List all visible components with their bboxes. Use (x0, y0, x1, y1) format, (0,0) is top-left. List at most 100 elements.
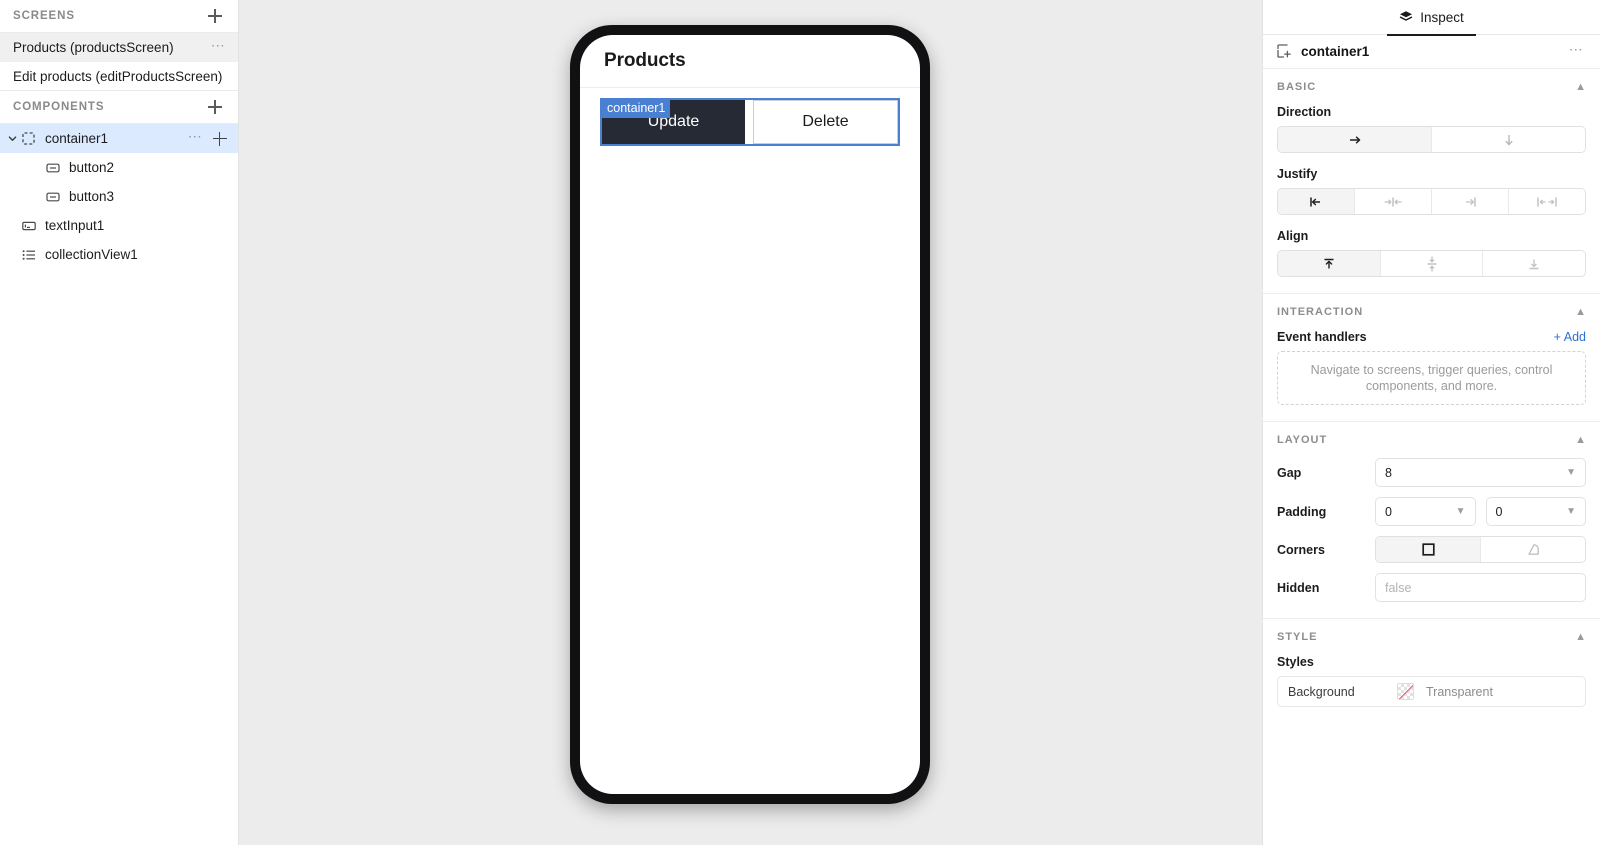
tree-item-label: collectionView1 (45, 247, 138, 262)
corners-square-option[interactable] (1376, 537, 1481, 562)
align-bottom-option[interactable] (1483, 251, 1585, 276)
hidden-row: Hidden false (1263, 573, 1600, 602)
add-screen-button[interactable] (206, 7, 224, 25)
padding-vertical-select[interactable]: 0 ▼ (1485, 497, 1586, 526)
tree-item-button3[interactable]: button3 (0, 182, 238, 211)
justify-label: Justify (1277, 167, 1318, 181)
inspector-panel: Inspect container1 ⋯ BASIC ▲ Direction J… (1262, 0, 1600, 845)
phone-body: container1 Update Delete (580, 88, 920, 146)
section-style-header[interactable]: STYLE ▲ (1263, 619, 1600, 655)
corners-label: Corners (1277, 542, 1325, 557)
padding-row: Padding 0 ▼ 0 ▼ (1263, 497, 1600, 526)
screen-item-label: Products (productsScreen) (13, 40, 174, 55)
design-canvas[interactable]: Products container1 Update Delete (239, 0, 1262, 845)
tree-item-label: button2 (69, 160, 115, 175)
section-basic-header[interactable]: BASIC ▲ (1263, 69, 1600, 105)
event-handlers-empty-state[interactable]: Navigate to screens, trigger queries, co… (1277, 351, 1586, 405)
hidden-placeholder: false (1385, 580, 1412, 595)
justify-segmented-control[interactable] (1277, 188, 1586, 215)
transparent-swatch-icon[interactable] (1390, 683, 1420, 700)
direction-segmented-control[interactable] (1277, 126, 1586, 153)
direction-vertical-option[interactable] (1432, 127, 1585, 152)
page-title: Products (604, 50, 686, 71)
screen-item-products[interactable]: Products (productsScreen) ⋯ (0, 33, 238, 62)
tree-item-menu-icon[interactable]: ⋯ (188, 129, 203, 146)
background-value: Transparent (1426, 684, 1493, 699)
gap-select[interactable]: 8 ▼ (1375, 458, 1586, 487)
direction-label: Direction (1277, 105, 1332, 119)
align-middle-option[interactable] (1380, 251, 1484, 276)
hidden-input[interactable]: false (1375, 573, 1586, 602)
selected-container[interactable]: container1 Update Delete (600, 98, 900, 146)
background-style-row[interactable]: Background Transparent (1277, 676, 1586, 707)
add-event-handler-button[interactable]: + Add (1554, 330, 1586, 344)
section-style: STYLE ▲ Styles Background Transparent (1263, 619, 1600, 723)
justify-end-option[interactable] (1432, 189, 1509, 214)
section-basic: BASIC ▲ Direction Justify Align (1263, 69, 1600, 294)
add-component-button[interactable] (206, 98, 224, 116)
inspector-header: container1 ⋯ (1263, 35, 1600, 69)
selection-badge: container1 (602, 100, 671, 118)
section-layout-header[interactable]: LAYOUT ▲ (1263, 422, 1600, 458)
section-layout-title: LAYOUT (1277, 434, 1328, 446)
padding-horizontal-select[interactable]: 0 ▼ (1375, 497, 1476, 526)
chevron-down-icon: ▼ (1455, 506, 1466, 517)
chevron-up-icon[interactable]: ▲ (1575, 434, 1586, 446)
gap-value: 8 (1385, 465, 1392, 480)
align-segmented-control[interactable] (1277, 250, 1586, 277)
dashed-square-icon (20, 130, 37, 147)
chevron-down-icon: ▼ (1566, 467, 1576, 478)
section-layout: LAYOUT ▲ Gap 8 ▼ Padding 0 ▼ 0 ▼ Corners… (1263, 422, 1600, 619)
tab-inspect-label: Inspect (1420, 9, 1464, 25)
screens-section-title: SCREENS (13, 10, 75, 22)
tree-item-textinput1[interactable]: textInput1 (0, 211, 238, 240)
screen-item-label: Edit products (editProductsScreen) (13, 68, 223, 84)
chevron-up-icon[interactable]: ▲ (1575, 306, 1586, 318)
direction-horizontal-option[interactable] (1278, 127, 1432, 152)
tree-item-container1[interactable]: container1 ⋯ (0, 124, 238, 153)
gap-label: Gap (1277, 465, 1302, 480)
corners-rounded-option[interactable] (1481, 537, 1585, 562)
screen-item-edit-products[interactable]: Edit products (editProductsScreen) (0, 62, 238, 91)
inspector-menu-icon[interactable]: ⋯ (1569, 42, 1584, 59)
chevron-down-icon[interactable] (4, 133, 20, 144)
add-container-icon (1277, 44, 1292, 59)
tab-inspect[interactable]: Inspect (1387, 0, 1476, 36)
padding-vertical-value: 0 (1495, 504, 1503, 519)
button-icon (44, 159, 61, 176)
padding-horizontal-value: 0 (1385, 504, 1392, 519)
tree-item-add-icon[interactable] (211, 130, 228, 147)
screens-section-header: SCREENS (0, 0, 238, 33)
hidden-label: Hidden (1277, 580, 1320, 595)
styles-label: Styles (1277, 655, 1314, 669)
tree-item-label: container1 (45, 131, 109, 146)
tree-item-label: button3 (69, 189, 115, 204)
event-handlers-label: Event handlers (1277, 330, 1367, 344)
delete-button[interactable]: Delete (753, 100, 898, 144)
section-interaction: INTERACTION ▲ Event handlers + Add Navig… (1263, 294, 1600, 422)
inspector-component-name: container1 (1301, 44, 1370, 59)
corners-segmented-control[interactable] (1375, 536, 1586, 563)
screen-item-menu-icon[interactable]: ⋯ (211, 38, 226, 55)
app-root: SCREENS Products (productsScreen) ⋯ Edit… (0, 0, 1600, 845)
components-section-title: COMPONENTS (13, 101, 105, 113)
justify-space-between-option[interactable] (1509, 189, 1585, 214)
justify-start-option[interactable] (1278, 189, 1355, 214)
tree-item-collectionview1[interactable]: collectionView1 (0, 240, 238, 269)
left-sidebar: SCREENS Products (productsScreen) ⋯ Edit… (0, 0, 239, 845)
gap-row: Gap 8 ▼ (1263, 458, 1600, 487)
tree-item-button2[interactable]: button2 (0, 153, 238, 182)
layers-icon (1399, 10, 1413, 24)
phone-frame: Products container1 Update Delete (570, 25, 930, 804)
delete-button-label: Delete (802, 113, 849, 130)
align-top-option[interactable] (1278, 251, 1381, 276)
justify-center-option[interactable] (1355, 189, 1432, 214)
chevron-up-icon[interactable]: ▲ (1575, 631, 1586, 643)
section-interaction-header[interactable]: INTERACTION ▲ (1263, 294, 1600, 330)
chevron-up-icon[interactable]: ▲ (1575, 81, 1586, 93)
text-input-icon (20, 217, 37, 234)
padding-label: Padding (1277, 504, 1327, 519)
corners-row: Corners (1263, 536, 1600, 563)
phone-screen: Products container1 Update Delete (580, 35, 920, 794)
inspector-tabbar: Inspect (1263, 0, 1600, 36)
